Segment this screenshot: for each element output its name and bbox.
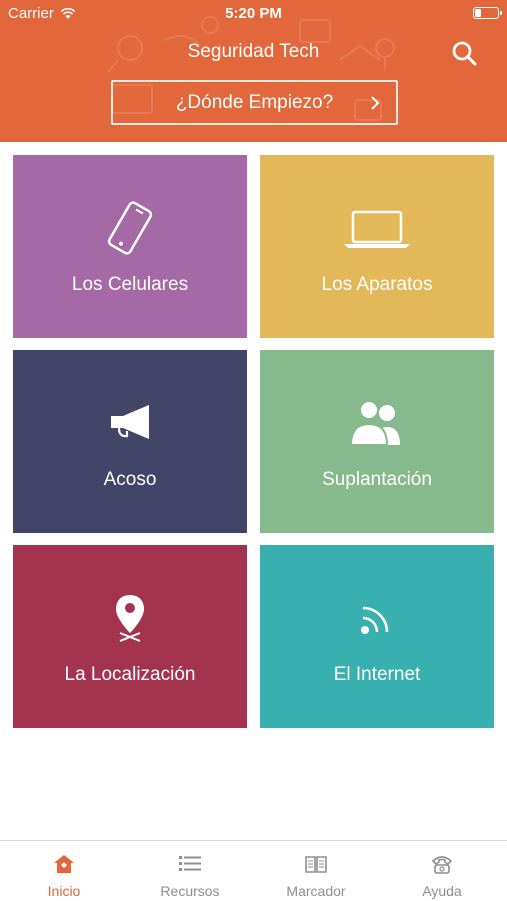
tile-label: Los Celulares bbox=[71, 274, 189, 295]
chevron-right-icon bbox=[371, 96, 380, 110]
list-icon bbox=[179, 856, 201, 871]
telephone-icon bbox=[431, 856, 453, 874]
clock: 5:20 PM bbox=[225, 5, 282, 22]
header: Carrier 5:20 PM Seguridad Tech ¿Dónde Em… bbox=[0, 0, 507, 142]
tab-ayuda[interactable]: Ayuda bbox=[379, 841, 505, 901]
tile-label: Los Aparatos bbox=[321, 274, 433, 295]
tab-label: Inicio bbox=[47, 883, 81, 899]
location-pin-icon bbox=[13, 589, 247, 647]
where-to-start-label: ¿Dónde Empiezo? bbox=[175, 91, 334, 113]
home-icon bbox=[54, 855, 74, 873]
tile-label: Suplantación bbox=[322, 469, 432, 490]
status-bar: Carrier 5:20 PM bbox=[0, 0, 507, 28]
tile-localizacion[interactable]: La Localización bbox=[13, 545, 247, 728]
tile-internet[interactable]: El Internet bbox=[260, 545, 494, 728]
battery-icon bbox=[473, 7, 502, 19]
people-icon bbox=[260, 394, 494, 452]
search-button[interactable] bbox=[449, 38, 481, 70]
tab-bar: Inicio Recursos Marcador Ayuda bbox=[0, 840, 507, 901]
tab-label: Ayuda bbox=[422, 883, 462, 899]
tile-suplantacion[interactable]: Suplantación bbox=[260, 350, 494, 533]
tile-label: El Internet bbox=[333, 664, 421, 685]
tab-recursos[interactable]: Recursos bbox=[127, 841, 253, 901]
wifi-signal-icon bbox=[260, 589, 494, 647]
tile-celulares[interactable]: Los Celulares bbox=[13, 155, 247, 338]
tile-label: Acoso bbox=[103, 469, 157, 490]
laptop-icon bbox=[260, 199, 494, 257]
tab-marcador[interactable]: Marcador bbox=[253, 841, 379, 901]
tab-inicio[interactable]: Inicio bbox=[1, 841, 127, 901]
tile-aparatos[interactable]: Los Aparatos bbox=[260, 155, 494, 338]
search-icon bbox=[452, 41, 477, 66]
where-to-start-button[interactable]: ¿Dónde Empiezo? bbox=[111, 80, 398, 125]
app-title: Seguridad Tech bbox=[187, 41, 320, 62]
tile-label: La Localización bbox=[64, 664, 196, 685]
tab-label: Recursos bbox=[160, 883, 220, 899]
tab-label: Marcador bbox=[286, 883, 346, 899]
megaphone-icon bbox=[13, 394, 247, 452]
tile-acoso[interactable]: Acoso bbox=[13, 350, 247, 533]
phone-icon bbox=[13, 199, 247, 257]
book-icon bbox=[305, 856, 327, 873]
